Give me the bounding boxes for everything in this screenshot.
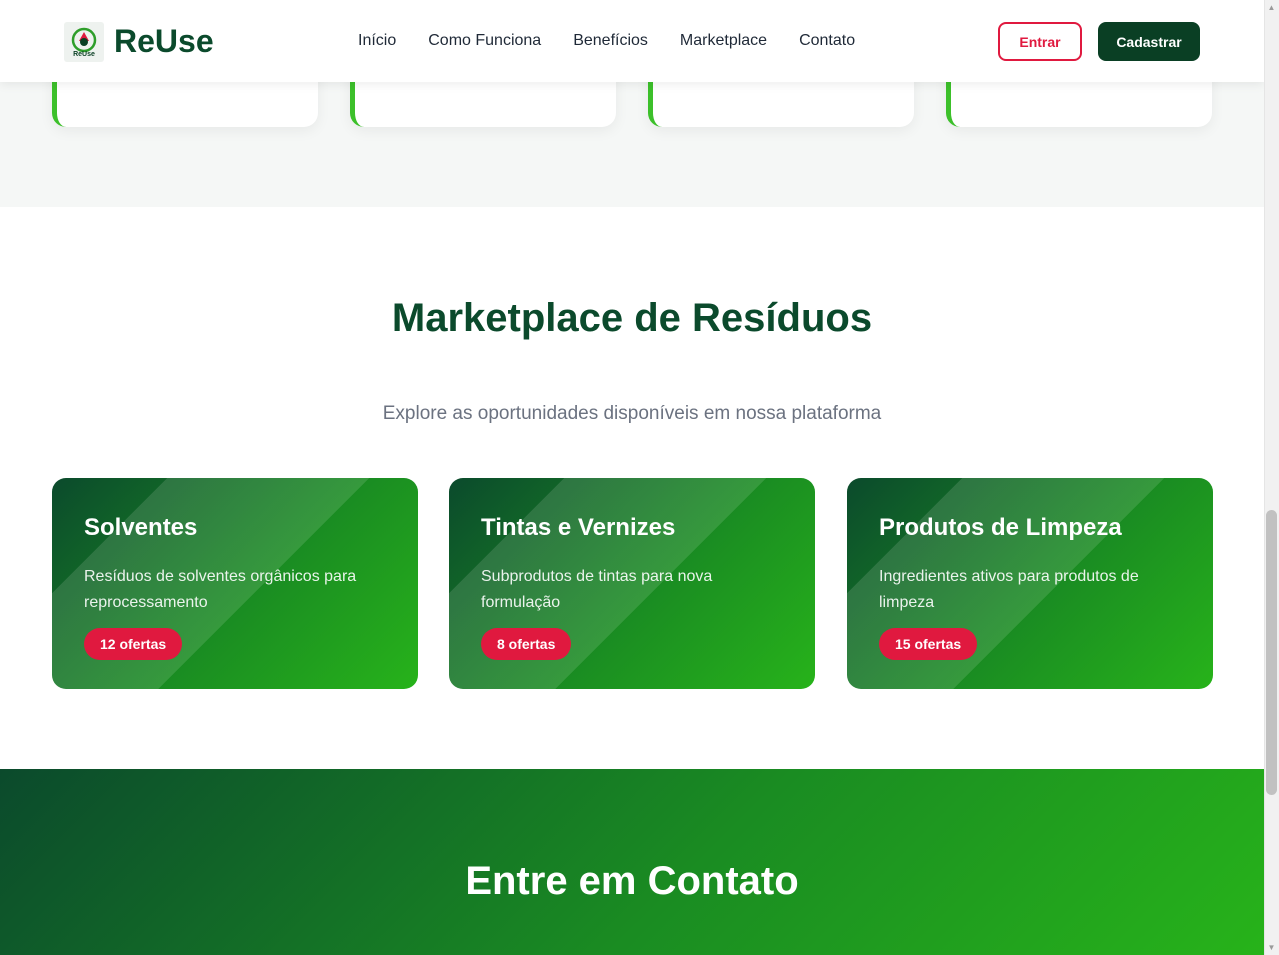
contact-title: Entre em Contato bbox=[465, 859, 799, 903]
marketplace-card-solventes[interactable]: Solventes Resíduos de solventes orgânico… bbox=[52, 478, 418, 689]
card-description: Subprodutos de tintas para nova formulaç… bbox=[481, 568, 713, 611]
card-title: Produtos de Limpeza bbox=[879, 514, 1122, 541]
brand-name[interactable]: ReUse bbox=[114, 22, 214, 60]
offers-badge: 12 ofertas bbox=[84, 628, 183, 660]
marketplace-card-tintas[interactable]: Tintas e Vernizes Subprodutos de tintas … bbox=[449, 478, 815, 689]
scrollbar-thumb[interactable] bbox=[1266, 510, 1277, 795]
offers-badge: 8 ofertas bbox=[481, 628, 572, 660]
logo-text: ReUse bbox=[73, 50, 95, 58]
recycle-flask-icon bbox=[71, 27, 97, 52]
scroll-down-icon[interactable]: ▼ bbox=[1264, 940, 1279, 955]
card-title: Solventes bbox=[84, 514, 198, 541]
card-description: Resíduos de solventes orgânicos para rep… bbox=[84, 568, 357, 611]
marketplace-title: Marketplace de Resíduos bbox=[391, 296, 873, 340]
nav-link-inicio[interactable]: Início bbox=[342, 31, 412, 51]
marketplace-card-limpeza[interactable]: Produtos de Limpeza Ingredientes ativos … bbox=[847, 478, 1213, 689]
offers-badge: 15 ofertas bbox=[879, 628, 978, 660]
nav-link-marketplace[interactable]: Marketplace bbox=[664, 31, 783, 51]
logo[interactable]: ReUse bbox=[64, 22, 104, 62]
nav-link-beneficios[interactable]: Benefícios bbox=[557, 31, 664, 51]
main-nav: Início Como Funciona Benefícios Marketpl… bbox=[342, 31, 871, 51]
site-header: ReUse ReUse Início Como Funciona Benefíc… bbox=[0, 0, 1264, 82]
login-button[interactable]: Entrar bbox=[998, 22, 1082, 61]
card-title: Tintas e Vernizes bbox=[481, 514, 676, 541]
card-description: Ingredientes ativos para produtos de lim… bbox=[879, 568, 1139, 611]
contact-section: Entre em Contato bbox=[0, 769, 1264, 955]
signup-button[interactable]: Cadastrar bbox=[1098, 22, 1200, 61]
nav-link-contato[interactable]: Contato bbox=[783, 31, 871, 51]
scroll-up-icon[interactable]: ▲ bbox=[1264, 0, 1279, 15]
page-scrollbar[interactable]: ▲ ▼ bbox=[1264, 0, 1279, 955]
nav-link-como-funciona[interactable]: Como Funciona bbox=[412, 31, 557, 51]
marketplace-subtitle: Explore as oportunidades disponíveis em … bbox=[382, 403, 882, 424]
